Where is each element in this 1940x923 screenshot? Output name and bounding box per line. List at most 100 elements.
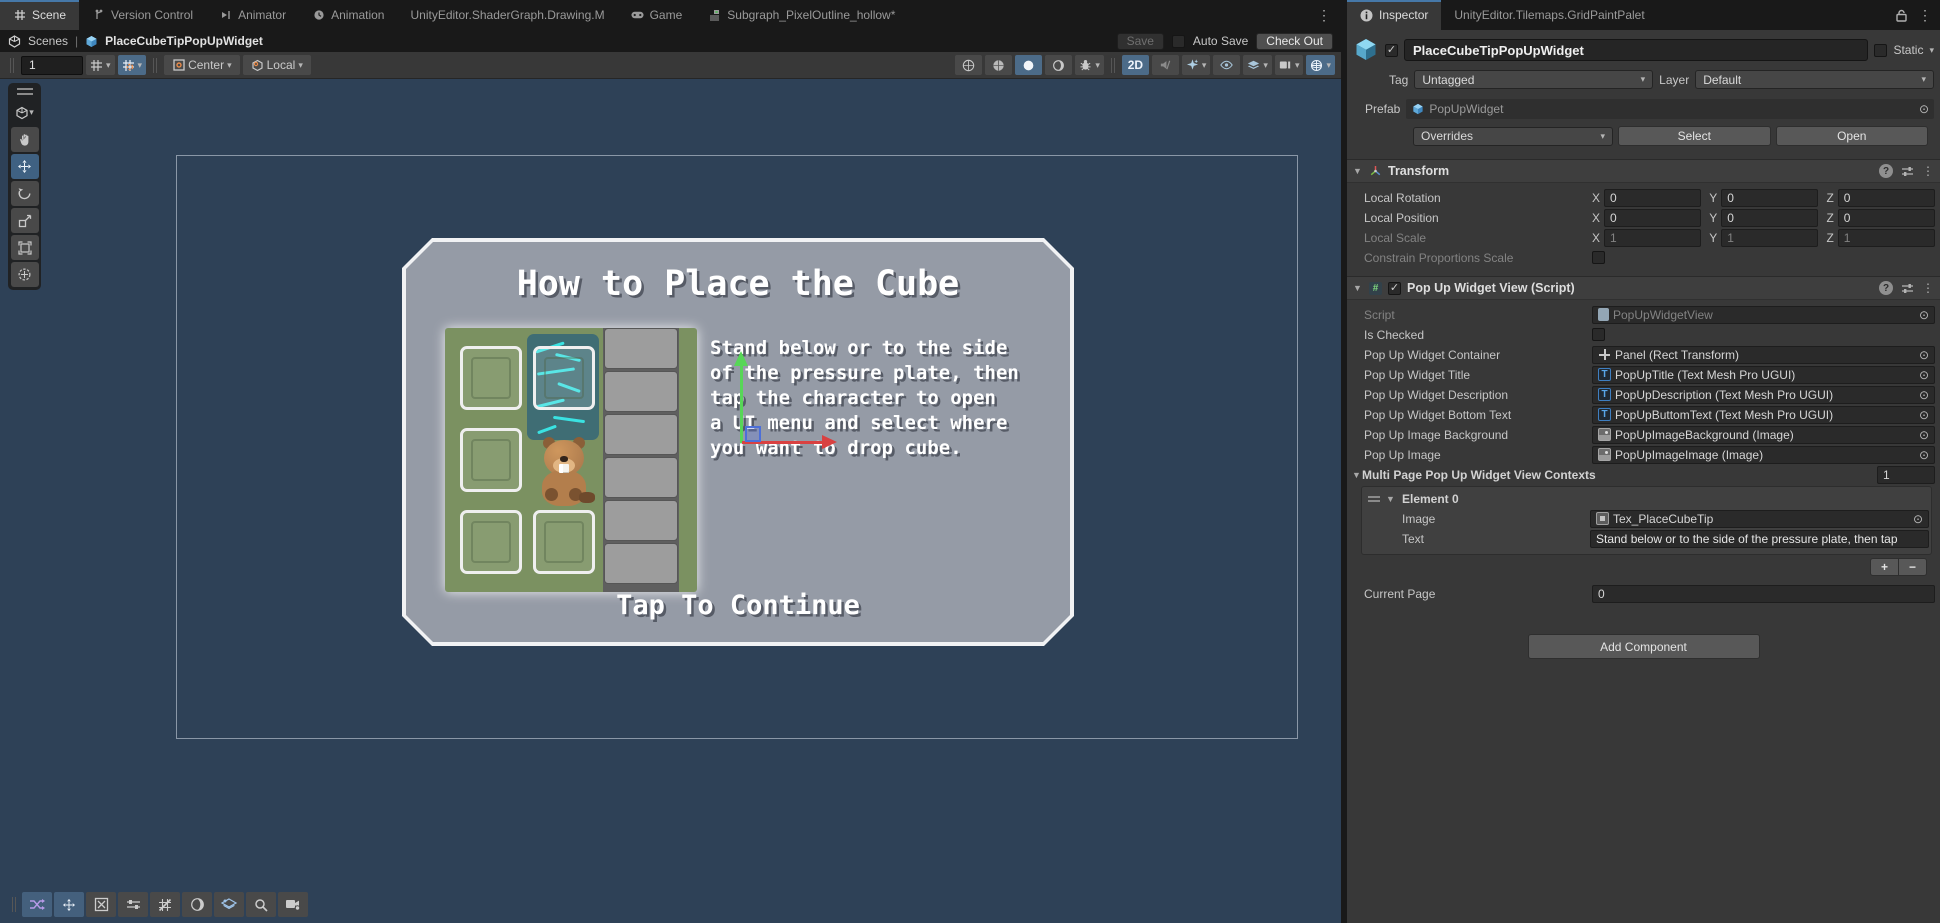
search-button[interactable] bbox=[246, 892, 276, 917]
breadcrumb-root[interactable]: Scenes bbox=[28, 34, 68, 48]
array-size-field[interactable]: 1 bbox=[1877, 466, 1935, 484]
object-picker-icon[interactable]: ⊙ bbox=[1919, 368, 1929, 382]
popup-image-object-field[interactable]: PopUpImageImage (Image) ⊙ bbox=[1592, 446, 1935, 464]
overlay-toolbar-grip[interactable] bbox=[12, 897, 16, 912]
inspector-kebab-icon[interactable]: ⋮ bbox=[1918, 7, 1932, 24]
tab-inspector[interactable]: Inspector bbox=[1347, 0, 1441, 30]
lighting-off-button[interactable] bbox=[1045, 55, 1072, 75]
visibility-button[interactable] bbox=[1213, 55, 1240, 75]
check-out-button[interactable]: Check Out bbox=[1256, 33, 1333, 50]
chevron-down-icon[interactable]: ▾ bbox=[1929, 45, 1934, 56]
position-y-field[interactable]: 0 bbox=[1721, 209, 1818, 227]
move-overlay-button[interactable] bbox=[54, 892, 84, 917]
help-icon[interactable] bbox=[1879, 281, 1893, 295]
grid-visibility-button[interactable]: ▾ bbox=[86, 55, 115, 75]
scene-kebab-icon[interactable]: ⋮ bbox=[1307, 7, 1341, 24]
open-button[interactable]: Open bbox=[1776, 126, 1929, 146]
element-image-object-field[interactable]: Tex_PlaceCubeTip ⊙ bbox=[1590, 510, 1929, 528]
active-checkbox[interactable] bbox=[1385, 44, 1398, 57]
object-picker-icon[interactable]: ⊙ bbox=[1919, 102, 1929, 116]
debug-dropdown-button[interactable]: ▾ bbox=[1075, 55, 1104, 75]
bottom-text-object-field[interactable]: PopUpButtomText (Text Mesh Pro UGUI) ⊙ bbox=[1592, 406, 1935, 424]
audio-toggle-button[interactable] bbox=[1152, 55, 1179, 75]
grid-size-field[interactable]: 1 bbox=[21, 56, 83, 75]
transform-header[interactable]: ▼ Transform ⋮ bbox=[1347, 159, 1940, 183]
tab-animation[interactable]: Animation bbox=[299, 0, 397, 30]
save-button[interactable]: Save bbox=[1117, 33, 1164, 50]
overlay-grip-icon[interactable] bbox=[17, 88, 33, 95]
multi-page-contexts-row[interactable]: ▼ Multi Page Pop Up Widget View Contexts… bbox=[1352, 465, 1935, 484]
rect-tool-button[interactable] bbox=[11, 235, 39, 260]
camera-preview-button[interactable] bbox=[278, 892, 308, 917]
orientation-dropdown[interactable]: Local ▾ bbox=[243, 55, 311, 75]
rotation-z-field[interactable]: 0 bbox=[1838, 189, 1935, 207]
element-0-header[interactable]: ▼ Element 0 bbox=[1364, 489, 1929, 509]
help-icon[interactable] bbox=[1879, 164, 1893, 178]
rotate-tool-button[interactable] bbox=[11, 181, 39, 206]
script-object-field[interactable]: PopUpWidgetView ⊙ bbox=[1592, 306, 1935, 324]
description-object-field[interactable]: PopUpDescription (Text Mesh Pro UGUI) ⊙ bbox=[1592, 386, 1935, 404]
scale-y-field[interactable]: 1 bbox=[1721, 229, 1818, 247]
move-tool-button[interactable] bbox=[11, 154, 39, 179]
crescent-light-button[interactable] bbox=[182, 892, 212, 917]
hand-tool-button[interactable] bbox=[11, 127, 39, 152]
gameobject-name-field[interactable]: PlaceCubeTipPopUpWidget bbox=[1404, 39, 1868, 61]
static-checkbox[interactable] bbox=[1874, 44, 1887, 57]
rotation-y-field[interactable]: 0 bbox=[1721, 189, 1818, 207]
object-picker-icon[interactable]: ⊙ bbox=[1919, 448, 1929, 462]
free-transform-button[interactable] bbox=[86, 892, 116, 917]
gizmo-dropdown-button[interactable]: ▾ bbox=[1306, 55, 1335, 75]
tab-game[interactable]: Game bbox=[618, 0, 696, 30]
layer-dropdown[interactable]: Default ▾ bbox=[1695, 70, 1934, 89]
prefab-object-field[interactable]: PopUpWidget ⊙ bbox=[1406, 99, 1934, 119]
random-placement-button[interactable] bbox=[22, 892, 52, 917]
shading-shaded-button[interactable] bbox=[985, 55, 1012, 75]
overrides-dropdown[interactable]: Overrides ▾ bbox=[1413, 127, 1613, 146]
camera-dropdown-button[interactable]: ▾ bbox=[1275, 55, 1304, 75]
select-button[interactable]: Select bbox=[1618, 126, 1771, 146]
is-checked-checkbox[interactable] bbox=[1592, 328, 1605, 341]
tool-context-dropdown[interactable]: ▾ bbox=[11, 100, 39, 125]
breadcrumb-current[interactable]: PlaceCubeTipPopUpWidget bbox=[105, 34, 263, 48]
component-enabled-checkbox[interactable] bbox=[1388, 282, 1401, 295]
object-picker-icon[interactable]: ⊙ bbox=[1919, 428, 1929, 442]
position-x-field[interactable]: 0 bbox=[1604, 209, 1701, 227]
gizmo-xy-plane-handle[interactable] bbox=[745, 426, 761, 442]
drag-handle-icon[interactable] bbox=[1368, 496, 1380, 502]
object-picker-icon[interactable]: ⊙ bbox=[1913, 512, 1923, 526]
scale-tool-button[interactable] bbox=[11, 208, 39, 233]
toolbar-grip[interactable] bbox=[1111, 58, 1115, 73]
object-picker-icon[interactable]: ⊙ bbox=[1919, 388, 1929, 402]
gizmo-y-axis[interactable] bbox=[740, 365, 743, 443]
effects-dropdown-button[interactable]: ▾ bbox=[1182, 55, 1211, 75]
title-object-field[interactable]: PopUpTitle (Text Mesh Pro UGUI) ⊙ bbox=[1592, 366, 1935, 384]
component-kebab-icon[interactable]: ⋮ bbox=[1922, 164, 1934, 178]
toolbar-grip[interactable] bbox=[153, 58, 157, 73]
grid-off-button[interactable] bbox=[150, 892, 180, 917]
add-component-button[interactable]: Add Component bbox=[1528, 634, 1760, 659]
layers-dropdown-button[interactable]: ▾ bbox=[1243, 55, 1272, 75]
foldout-icon[interactable]: ▼ bbox=[1353, 283, 1363, 293]
transform-tool-button[interactable] bbox=[11, 262, 39, 287]
snap-toggle-button[interactable]: ▾ bbox=[118, 55, 147, 75]
lighting-on-button[interactable] bbox=[1015, 55, 1042, 75]
remove-element-button[interactable]: − bbox=[1899, 558, 1927, 576]
presets-icon[interactable] bbox=[1901, 165, 1914, 178]
scale-z-field[interactable]: 1 bbox=[1838, 229, 1935, 247]
tab-animator[interactable]: Animator bbox=[206, 0, 299, 30]
tilemap-button[interactable] bbox=[214, 892, 244, 917]
tab-shadergraph[interactable]: UnityEditor.ShaderGraph.Drawing.M bbox=[397, 0, 617, 30]
tab-scene[interactable]: Scene bbox=[0, 0, 79, 30]
toolbar-grip[interactable] bbox=[10, 58, 14, 73]
scale-x-field[interactable]: 1 bbox=[1604, 229, 1701, 247]
mode-2d-button[interactable]: 2D bbox=[1122, 55, 1149, 75]
tab-subgraph[interactable]: Subgraph_PixelOutline_hollow* bbox=[695, 0, 908, 30]
current-page-field[interactable]: 0 bbox=[1592, 585, 1935, 603]
lock-icon[interactable] bbox=[1895, 9, 1908, 22]
script-component-header[interactable]: ▼ # Pop Up Widget View (Script) ⋮ bbox=[1347, 276, 1940, 300]
container-object-field[interactable]: Panel (Rect Transform) ⊙ bbox=[1592, 346, 1935, 364]
presets-icon[interactable] bbox=[1901, 282, 1914, 295]
object-picker-icon[interactable]: ⊙ bbox=[1919, 308, 1929, 322]
sliders-button[interactable] bbox=[118, 892, 148, 917]
image-background-object-field[interactable]: PopUpImageBackground (Image) ⊙ bbox=[1592, 426, 1935, 444]
